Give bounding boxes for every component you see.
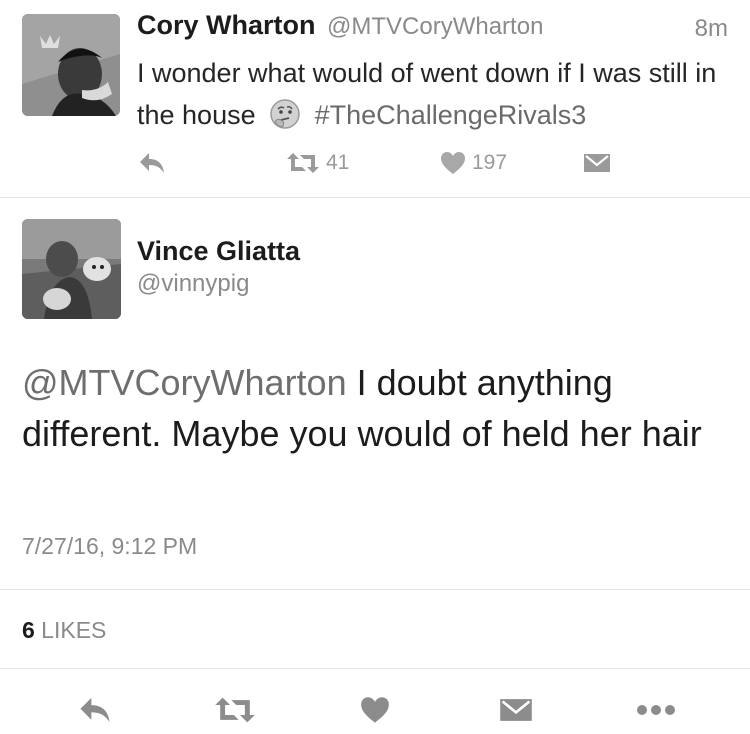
tweet1-retweet-button[interactable]: 41 [286,148,349,178]
retweet-icon [215,697,255,723]
reply-icon [80,697,110,723]
vince-avatar[interactable] [22,219,121,319]
tweet1-author-name[interactable]: Cory Wharton [137,10,316,40]
tweet2-text: @MTVCoryWharton I doubt anything differe… [22,357,722,459]
tweet1-like-count: 197 [472,151,508,174]
tweet2-message-button[interactable] [499,690,533,730]
tweet2-mention-link[interactable]: @MTVCoryWharton [22,362,347,403]
cory-avatar[interactable] [22,14,120,116]
tweet1-reply-button[interactable] [138,148,166,178]
heart-icon [441,152,465,174]
tweet1-message-button[interactable] [583,148,611,178]
direct-message-icon [500,699,532,721]
tweet2-more-button[interactable] [636,690,676,730]
divider [0,197,750,198]
tweet2-reply-button[interactable] [78,690,112,730]
tweet1-author[interactable]: Cory Wharton @MTVCoryWharton [137,10,543,41]
divider [0,589,750,590]
tweet2-likes-summary[interactable]: 6 LIKES [22,617,106,644]
direct-message-icon [584,154,610,172]
tweet2-author-handle[interactable]: @vinnypig [137,270,249,298]
tweet1-text: I wonder what would of went down if I wa… [137,52,727,142]
tweet2-likes-label: LIKES [34,617,107,643]
tweet2-likes-count: 6 [22,617,35,643]
divider [0,668,750,669]
tweet2-timestamp: 7/27/16, 9:12 PM [22,533,198,559]
retweet-icon [287,153,319,173]
reply-icon [140,153,164,173]
tweet2-like-button[interactable] [360,690,390,730]
tweet1-hashtag-link[interactable]: #TheChallengeRivals3 [315,100,587,130]
more-icon [637,705,675,715]
thinking-face-icon [269,98,301,142]
heart-icon [361,697,389,723]
tweet1-author-handle[interactable]: @MTVCoryWharton [327,13,543,40]
tweet2-retweet-button[interactable] [214,690,256,730]
tweet1-like-button[interactable]: 197 [440,148,507,178]
tweet1-retweet-count: 41 [326,151,350,174]
tweet2-author-name[interactable]: Vince Gliatta [137,236,300,267]
tweet1-time: 8m [694,15,728,42]
